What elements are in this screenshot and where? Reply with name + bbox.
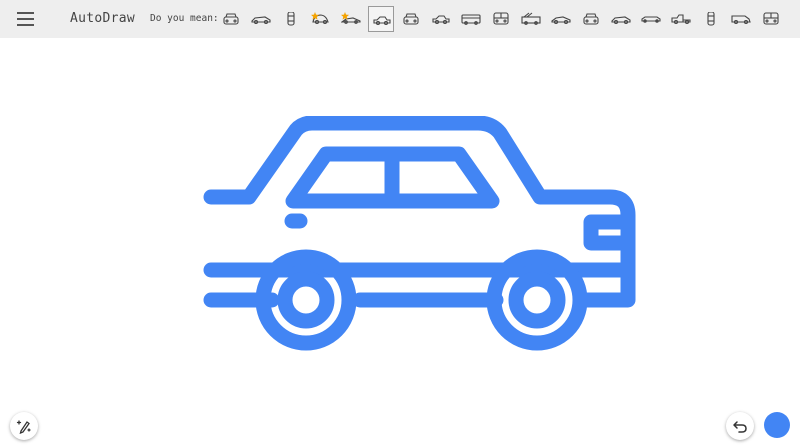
autodraw-tool-button[interactable] xyxy=(10,412,38,440)
app-title: AutoDraw xyxy=(70,11,136,26)
suggestion-item[interactable] xyxy=(518,6,544,32)
suggestion-item[interactable] xyxy=(758,6,784,32)
sedan-car-icon xyxy=(373,16,391,26)
suggestion-item[interactable] xyxy=(308,6,334,32)
car-drawing[interactable] xyxy=(195,116,640,398)
car-topview-icon xyxy=(287,12,295,26)
suggestion-item[interactable] xyxy=(638,6,664,32)
suggestion-strip xyxy=(218,4,798,34)
undo-icon xyxy=(733,421,747,433)
car-front-icon xyxy=(403,13,419,25)
fire-truck-icon xyxy=(521,12,541,25)
van-icon xyxy=(731,15,751,25)
tow-truck-icon xyxy=(671,14,691,25)
car-front-icon xyxy=(223,13,239,25)
front-hubcap xyxy=(508,271,566,329)
suggestion-item[interactable] xyxy=(728,6,754,32)
suggestion-item[interactable] xyxy=(668,6,694,32)
undo-button[interactable] xyxy=(726,412,754,440)
color-picker-button[interactable] xyxy=(764,412,790,438)
star-icon xyxy=(311,12,319,20)
bus-front-icon xyxy=(763,12,779,25)
suggestion-item[interactable] xyxy=(428,6,454,32)
race-car-icon xyxy=(251,16,271,25)
suggestion-item[interactable] xyxy=(458,6,484,32)
suggestions-label: Do you mean: xyxy=(150,13,219,24)
hamburger-menu-icon[interactable] xyxy=(17,12,34,26)
suggestion-item[interactable] xyxy=(398,6,424,32)
suggestion-item[interactable] xyxy=(368,6,394,32)
top-toolbar: AutoDraw Do you mean: xyxy=(0,0,800,38)
suggestion-item[interactable] xyxy=(548,6,574,32)
suggestion-item[interactable] xyxy=(338,6,364,32)
car-topview-icon xyxy=(707,12,715,26)
race-car-icon xyxy=(611,16,631,25)
suggestion-item[interactable] xyxy=(608,6,634,32)
suggestion-item[interactable] xyxy=(278,6,304,32)
suggestion-item[interactable] xyxy=(698,6,724,32)
suggestion-item[interactable] xyxy=(248,6,274,32)
sports-car-icon xyxy=(551,16,571,25)
sedan-car-icon xyxy=(432,15,450,25)
car-front-icon xyxy=(583,13,599,25)
rear-hubcap xyxy=(277,271,335,329)
limousine-icon xyxy=(641,16,661,23)
drawing-canvas[interactable] xyxy=(0,38,800,448)
suggestion-item[interactable] xyxy=(488,6,514,32)
suggestion-item[interactable] xyxy=(218,6,244,32)
autodraw-pencil-sparkle-icon xyxy=(16,420,31,434)
suggestion-item[interactable] xyxy=(578,6,604,32)
star-icon xyxy=(341,12,349,20)
bus-icon xyxy=(461,14,481,25)
bus-front-icon xyxy=(493,12,509,25)
